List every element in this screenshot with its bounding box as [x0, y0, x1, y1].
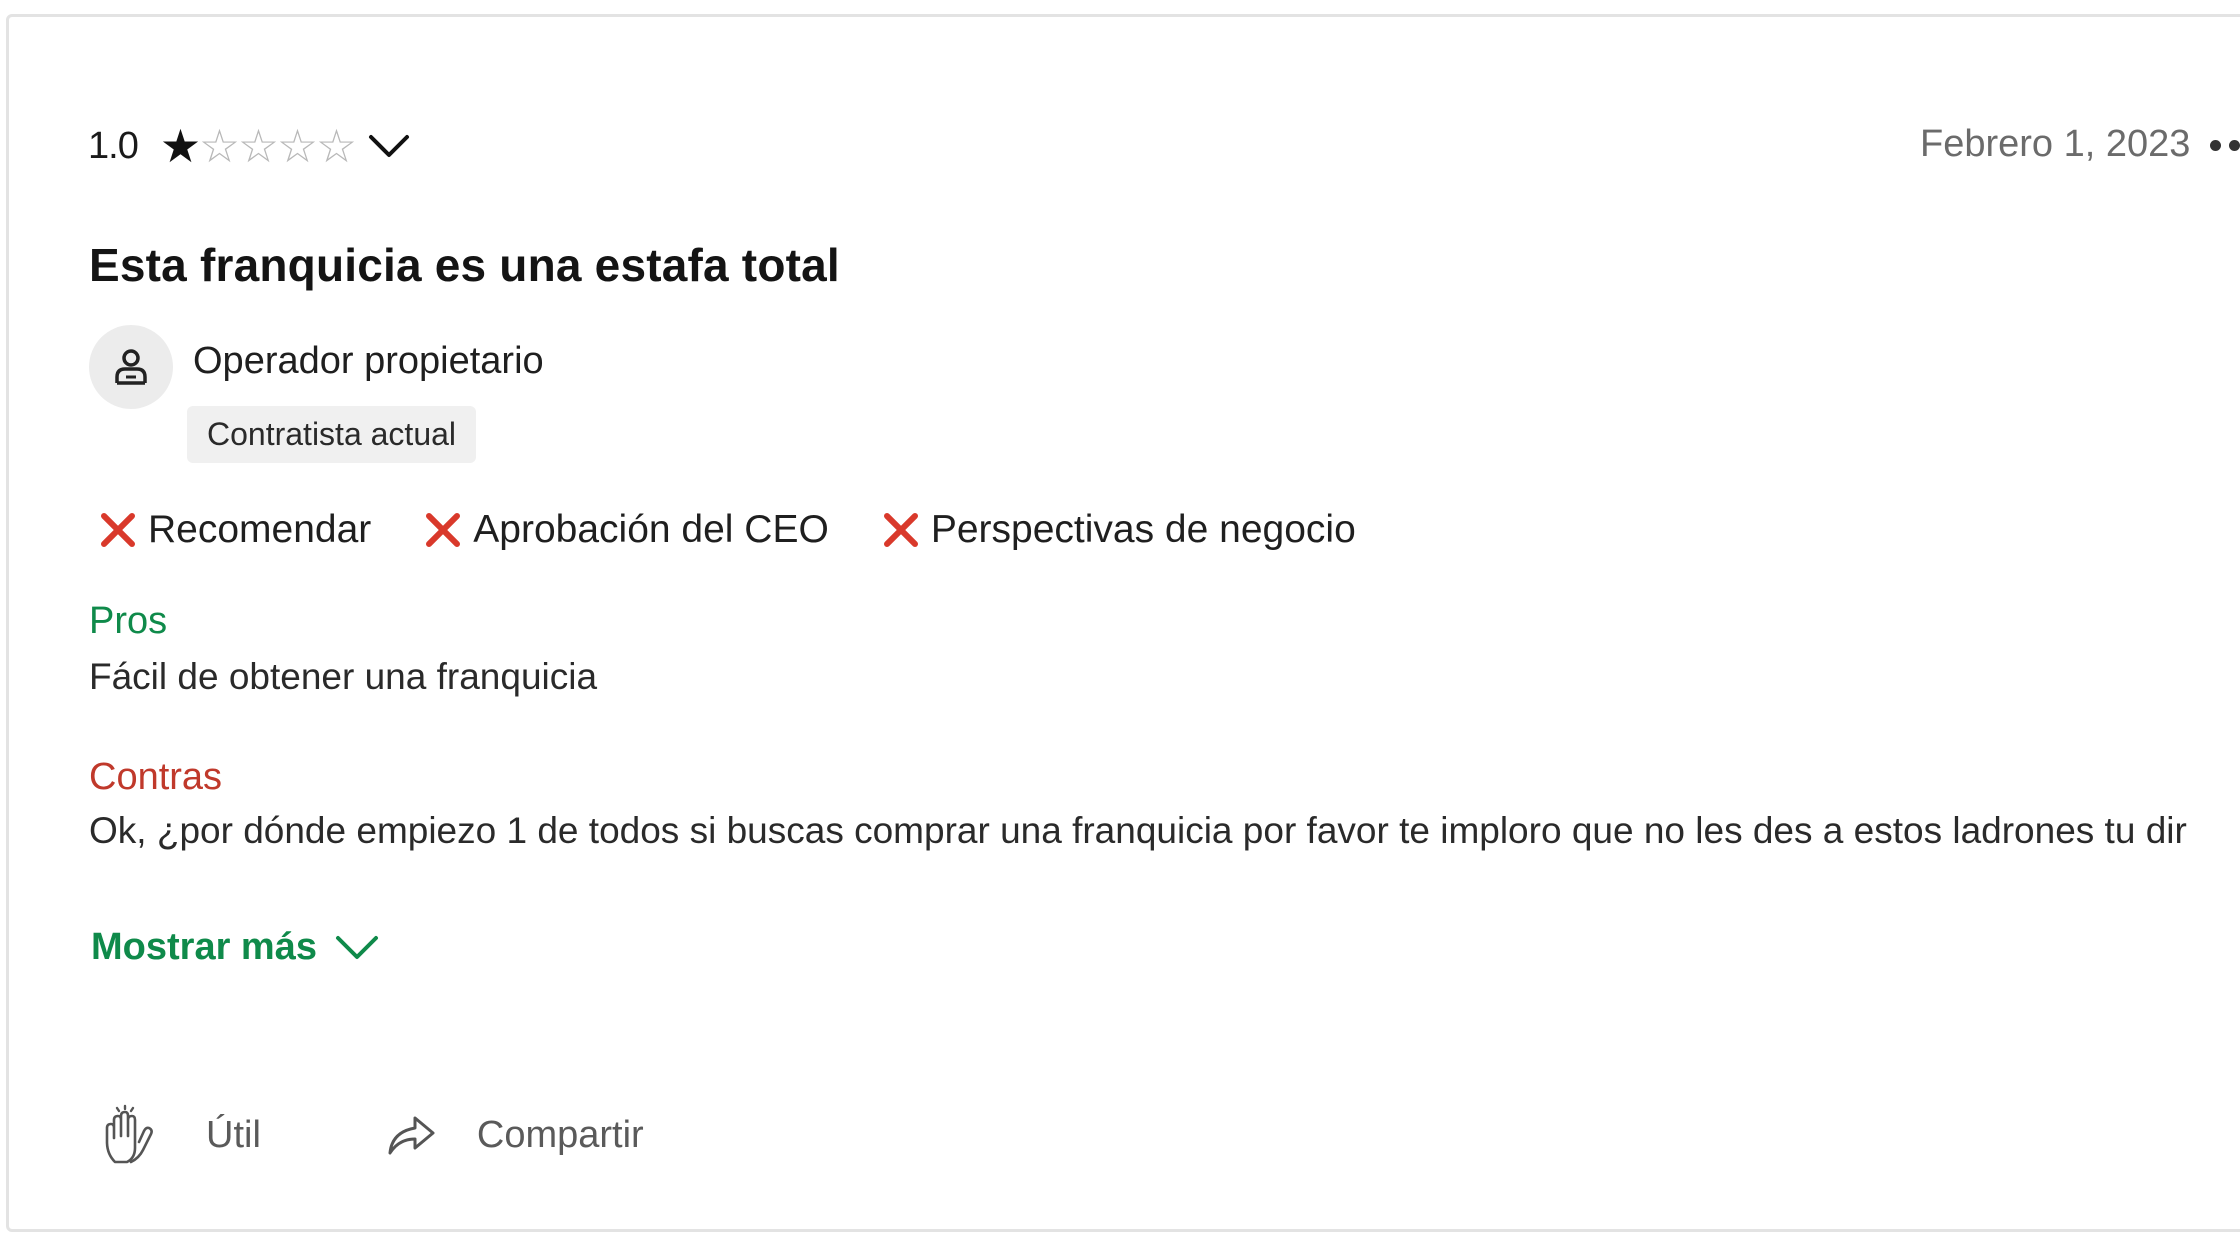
indicator-ceo-approval: Aprobación del CEO [423, 508, 829, 552]
star-rating: ★ ☆ ☆ ☆ ☆ [159, 120, 358, 172]
cons-text: Ok, ¿por dónde empiezo 1 de todos si bus… [89, 810, 2187, 851]
cons-heading: Contras [89, 756, 223, 798]
review-card [6, 14, 2240, 1232]
status-badge: Contratista actual [187, 406, 477, 463]
user-icon [115, 349, 147, 385]
star-empty-icon: ☆ [237, 120, 280, 172]
star-empty-icon: ☆ [198, 120, 241, 172]
indicator-label: Recomendar [148, 508, 372, 551]
more-dots-icon [2210, 139, 2221, 151]
rating-indicators: Recomendar Aprobación del CEO Perspectiv… [98, 505, 1408, 555]
pros-text: Fácil de obtener una franquicia [89, 656, 598, 697]
helpful-label: Útil [206, 1113, 261, 1156]
review-title: Esta franquicia es una estafa total [89, 239, 840, 291]
x-icon [101, 513, 135, 547]
indicator-business-outlook: Perspectivas de negocio [881, 508, 1356, 552]
star-empty-icon: ☆ [315, 120, 358, 172]
avatar [89, 325, 173, 409]
share-label: Compartir [476, 1113, 644, 1156]
x-icon [883, 513, 918, 547]
review-actions: Útil Compartir [100, 1104, 644, 1165]
indicator-label: Perspectivas de negocio [930, 508, 1356, 551]
show-more-button[interactable]: Mostrar más [91, 926, 379, 969]
show-more-label: Mostrar más [91, 926, 317, 968]
page: 1.0 ★ ☆ ☆ ☆ ☆ Febrero 1, 2023 Esta franq… [0, 0, 2240, 1260]
star-empty-icon: ☆ [276, 120, 319, 172]
star-filled-icon: ★ [159, 120, 202, 172]
job-title: Operador propietario [193, 340, 544, 382]
review-date: Febrero 1, 2023 [1920, 123, 2191, 165]
indicator-label: Aprobación del CEO [473, 508, 829, 551]
rating-row: 1.0 ★ ☆ ☆ ☆ ☆ [88, 116, 411, 176]
helpful-button[interactable]: Útil [100, 1104, 261, 1165]
chevron-down-icon [368, 135, 409, 157]
rating-details-toggle[interactable] [367, 124, 411, 168]
more-options-button[interactable] [2210, 120, 2240, 170]
x-icon [426, 513, 461, 547]
pros-heading: Pros [89, 600, 168, 642]
share-arrow-icon [381, 1105, 441, 1165]
rating-value: 1.0 [88, 124, 139, 167]
clapping-hands-icon [100, 1104, 160, 1165]
share-button[interactable]: Compartir [381, 1105, 644, 1165]
indicator-recommend: Recomendar [98, 508, 371, 552]
chevron-down-icon [335, 935, 378, 959]
